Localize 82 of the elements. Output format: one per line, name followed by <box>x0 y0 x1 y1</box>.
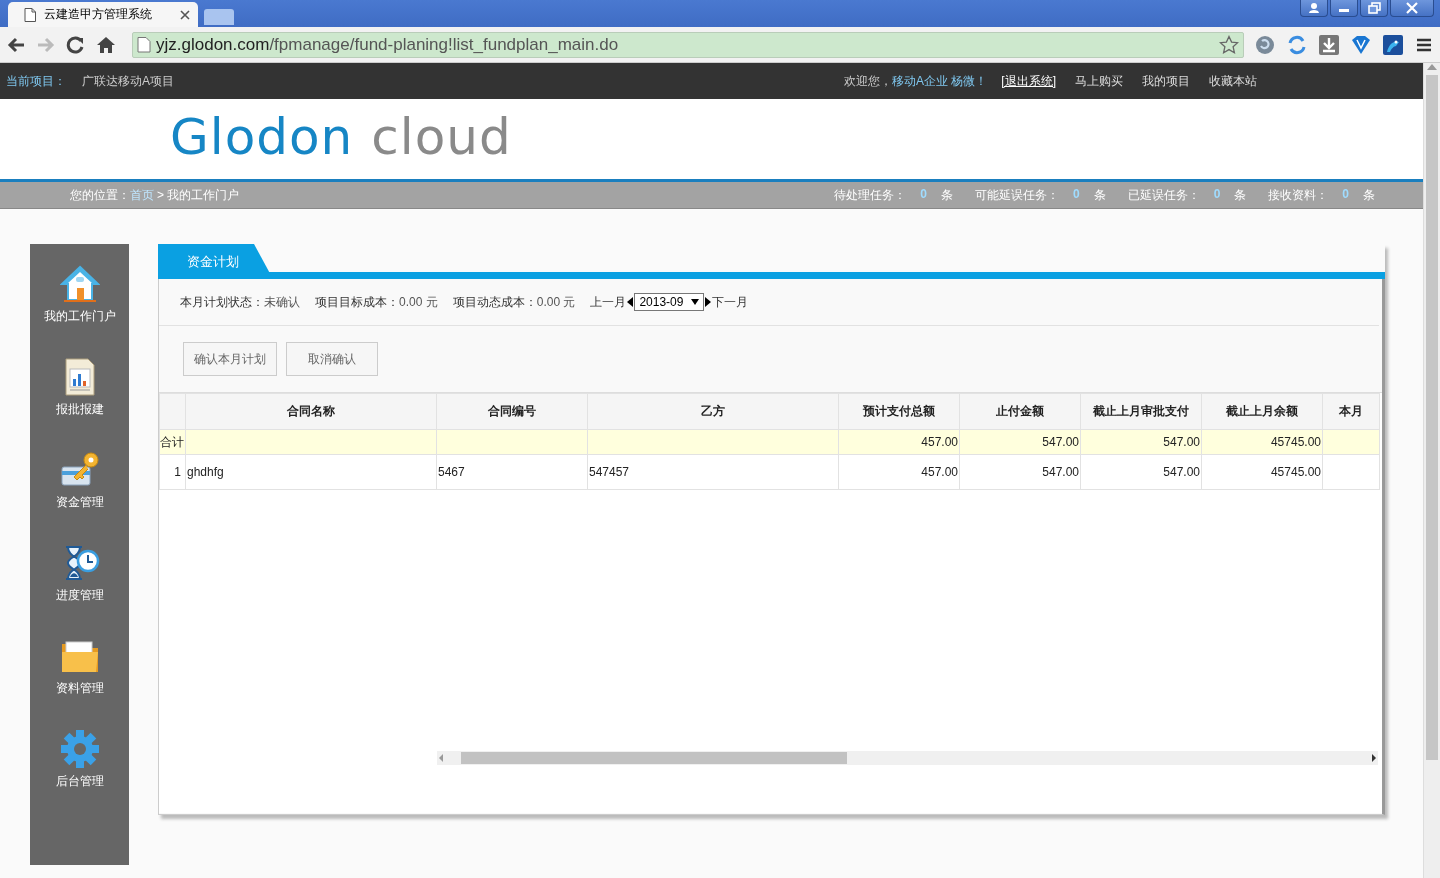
sync-icon[interactable] <box>1286 33 1308 56</box>
table-cell: 45745.00 <box>1201 429 1323 455</box>
page-icon <box>24 7 36 22</box>
table-cell: 457.00 <box>838 454 960 490</box>
horizontal-scrollbar[interactable] <box>437 751 1378 765</box>
column-header[interactable]: 预计支付总额 <box>838 393 960 430</box>
breadcrumb-current: > 我的工作门户 <box>157 186 240 204</box>
next-month-link[interactable]: 下一月 <box>712 293 749 311</box>
close-icon[interactable] <box>180 9 190 20</box>
url-host: yjz.glodon.com <box>156 34 270 55</box>
table-cell: 5467 <box>436 454 588 490</box>
previous-month-link[interactable]: 上一月 <box>590 293 627 311</box>
status-text: 本月计划状态：未确认 <box>180 293 300 311</box>
tab-title: 云建造甲方管理系统 <box>44 6 153 23</box>
browser-tab[interactable]: 云建造甲方管理系统 <box>8 2 198 27</box>
reload-icon[interactable] <box>66 35 86 54</box>
sidebar-item[interactable]: 后台管理 <box>55 729 104 790</box>
address-bar[interactable]: yjz.glodon.com/fpmanage/fund-planing!list_fundplan_main.do <box>132 31 1244 58</box>
task-unit: 条 <box>1093 186 1106 204</box>
task-unit: 条 <box>1234 186 1247 204</box>
breadcrumb-label: 您的位置： <box>70 186 130 204</box>
sidebar-item[interactable]: 进度管理 <box>55 543 104 604</box>
project-label: 当前项目： <box>6 72 66 90</box>
logo: Glodon cloud <box>170 111 512 162</box>
task-label: 待处理任务： <box>834 186 907 204</box>
logout-link[interactable]: [退出系统] <box>1001 72 1056 90</box>
scroll-right-icon <box>1370 754 1378 762</box>
table-cell: 547.00 <box>959 454 1081 490</box>
close-icon[interactable] <box>1390 0 1434 17</box>
sidebar-item[interactable]: 报批报建 <box>55 357 104 418</box>
column-header[interactable]: 本月 <box>1322 393 1380 430</box>
column-header[interactable]: 止付金额 <box>959 393 1081 430</box>
vertical-scrollbar[interactable] <box>1423 63 1440 878</box>
task-label: 可能延误任务： <box>974 186 1059 204</box>
dropdown-caret-icon <box>691 299 700 305</box>
user-name: 移动A企业 杨微！ <box>892 72 988 90</box>
settings-icon <box>59 729 100 769</box>
sidebar-item[interactable]: 资料管理 <box>55 636 104 697</box>
task-label: 接收资料： <box>1268 186 1329 204</box>
download-icon[interactable] <box>1318 33 1340 56</box>
sidebar-item[interactable]: 我的工作门户 <box>43 264 116 325</box>
page-icon <box>137 36 151 53</box>
nav-link[interactable]: 马上购买 <box>1075 72 1123 90</box>
welcome-text: 欢迎您， <box>844 72 892 90</box>
total-label: 合计 <box>159 429 186 455</box>
star-icon[interactable] <box>1219 34 1239 55</box>
action-button[interactable]: 取消确认 <box>286 342 378 376</box>
table-cell: 547457 <box>587 454 839 490</box>
sidebar-item[interactable]: 资金管理 <box>55 450 104 511</box>
table-cell: 547.00 <box>959 429 1081 455</box>
scroll-left-icon <box>437 754 445 762</box>
table-cell: 547.00 <box>1080 454 1202 490</box>
user-icon[interactable] <box>1300 0 1328 17</box>
month-select[interactable]: 2013-09 <box>634 293 705 311</box>
column-header[interactable]: 截止上月审批支付 <box>1080 393 1202 430</box>
status-text: 项目动态成本：0.00 元 <box>452 293 576 311</box>
task-unit: 条 <box>940 186 953 204</box>
diamond-icon[interactable] <box>1350 33 1372 56</box>
url-path: /fpmanage/fund-planing!list_fundplan_main.do <box>269 34 619 55</box>
table-cell: 45745.00 <box>1201 454 1323 490</box>
status-text: 项目目标成本：0.00 元 <box>315 293 438 311</box>
column-header[interactable]: 乙方 <box>587 393 839 430</box>
action-button[interactable]: 确认本月计划 <box>183 342 277 376</box>
task-unit: 条 <box>1363 186 1375 204</box>
home-icon[interactable] <box>96 35 116 54</box>
table-cell: ghdhfg <box>185 454 437 490</box>
table-cell: 547.00 <box>1080 429 1202 455</box>
project-name: 广联达移动A项目 <box>82 72 174 90</box>
minimize-icon[interactable] <box>1330 0 1358 17</box>
nav-link[interactable]: 收藏本站 <box>1209 72 1257 90</box>
nav-link[interactable]: 我的项目 <box>1142 72 1190 90</box>
row-number: 1 <box>159 454 186 490</box>
column-header[interactable]: 截止上月余额 <box>1201 393 1323 430</box>
column-header[interactable]: 合同名称 <box>185 393 437 430</box>
task-label: 已延误任务： <box>1127 186 1200 204</box>
restore-icon[interactable] <box>1360 0 1388 17</box>
left-arrow-icon[interactable] <box>627 297 634 307</box>
column-header[interactable]: 合同编号 <box>436 393 588 430</box>
house-icon <box>59 264 100 304</box>
back-icon[interactable] <box>6 35 26 54</box>
table-cell: 457.00 <box>838 429 960 455</box>
right-arrow-icon[interactable] <box>705 297 712 307</box>
